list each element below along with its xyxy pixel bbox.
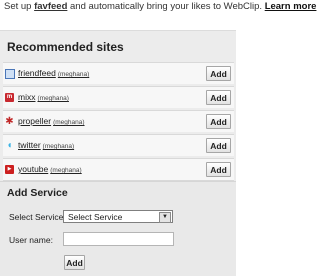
intro-text: Set up favfeed and automatically bring y… [4, 1, 316, 13]
site-user: (meghana) [53, 119, 85, 126]
site-row-friendfeed: friendfeed (meghana) Add [3, 62, 234, 84]
site-link-friendfeed[interactable]: friendfeed (meghana) [18, 68, 89, 78]
intro-middle: and automatically bring your likes to We… [70, 1, 263, 12]
add-friendfeed-button[interactable]: Add [206, 66, 231, 81]
site-link-twitter[interactable]: twitter (meghana) [18, 140, 74, 150]
propeller-icon: ✱ [5, 116, 14, 127]
recommended-sites-list: friendfeed (meghana) Add m mixx (meghana) … [3, 62, 234, 183]
add-service-title: Add Service [7, 187, 68, 199]
add-service-panel: Add Service Select Service: Select Servi… [0, 181, 236, 276]
site-user: (meghana) [50, 167, 82, 174]
add-twitter-button[interactable]: Add [206, 138, 231, 153]
service-select[interactable]: Select Service ▼ [63, 210, 173, 223]
site-link-mixx[interactable]: mixx (meghana) [18, 92, 69, 102]
youtube-icon: ▶ [5, 165, 14, 174]
learn-more-link[interactable]: Learn more [265, 1, 317, 12]
intro-prefix: Set up [4, 1, 32, 12]
add-youtube-button[interactable]: Add [206, 162, 231, 177]
select-service-label: Select Service: [9, 212, 66, 222]
site-row-twitter: ◖ twitter (meghana) Add [3, 134, 234, 156]
favfeed-link[interactable]: favfeed [34, 1, 67, 12]
site-row-youtube: ▶ youtube (meghana) Add [3, 158, 234, 181]
twitter-icon: ◖ [6, 140, 13, 151]
site-row-mixx: m mixx (meghana) Add [3, 86, 234, 108]
site-link-youtube[interactable]: youtube (meghana) [18, 164, 82, 174]
site-row-propeller: ✱ propeller (meghana) Add [3, 110, 234, 132]
site-link-propeller[interactable]: propeller (meghana) [18, 116, 85, 126]
service-select-value: Select Service [68, 212, 123, 222]
add-propeller-button[interactable]: Add [206, 114, 231, 129]
mixx-icon: m [5, 93, 14, 102]
add-service-button[interactable]: Add [64, 255, 85, 270]
recommended-sites-title: Recommended sites [7, 40, 124, 54]
username-label: User name: [9, 235, 53, 245]
add-mixx-button[interactable]: Add [206, 90, 231, 105]
chevron-down-icon[interactable]: ▼ [159, 212, 171, 223]
friendfeed-icon [5, 69, 15, 79]
username-input[interactable] [63, 232, 174, 246]
site-user: (meghana) [37, 95, 69, 102]
site-user: (meghana) [42, 143, 75, 150]
site-user: (meghana) [57, 71, 90, 78]
